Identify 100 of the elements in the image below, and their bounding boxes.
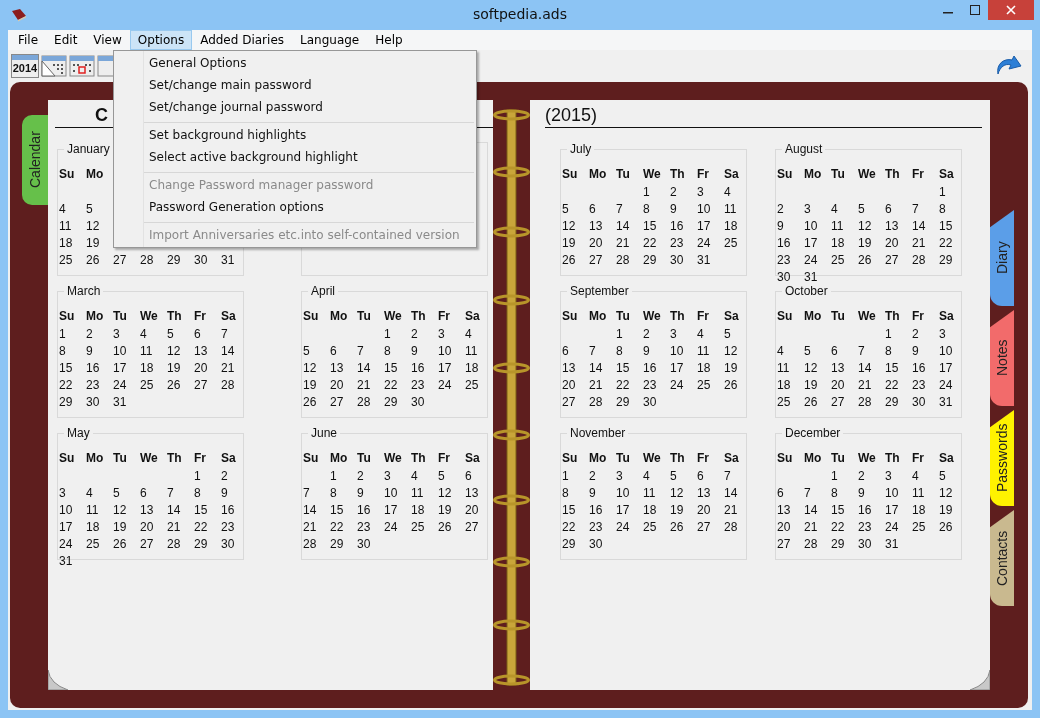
day-number[interactable]: 16 [912, 360, 926, 377]
menu-item[interactable]: Added Diaries [192, 30, 293, 50]
day-number[interactable]: 13 [562, 360, 576, 377]
day-number[interactable]: 12 [167, 343, 181, 360]
day-number[interactable]: 22 [885, 377, 899, 394]
day-number[interactable]: 19 [858, 235, 872, 252]
menu-option[interactable]: Select active background highlight [114, 147, 358, 169]
day-number[interactable]: 8 [562, 485, 569, 502]
day-number[interactable]: 3 [384, 468, 391, 485]
menu-option[interactable]: General Options [114, 53, 247, 75]
day-number[interactable]: 28 [140, 252, 154, 269]
day-number[interactable]: 13 [777, 502, 791, 519]
day-number[interactable]: 9 [858, 485, 865, 502]
day-number[interactable]: 20 [885, 235, 899, 252]
day-number[interactable]: 23 [221, 519, 235, 536]
day-number[interactable]: 2 [670, 184, 677, 201]
day-number[interactable]: 7 [912, 201, 919, 218]
day-number[interactable]: 27 [885, 252, 899, 269]
day-number[interactable]: 23 [411, 377, 425, 394]
day-number[interactable]: 7 [167, 485, 174, 502]
day-number[interactable]: 22 [831, 519, 845, 536]
day-number[interactable]: 11 [777, 360, 790, 377]
day-number[interactable]: 30 [194, 252, 208, 269]
day-number[interactable]: 31 [885, 536, 899, 553]
day-number[interactable]: 17 [670, 360, 684, 377]
day-number[interactable]: 26 [86, 252, 100, 269]
day-number[interactable]: 16 [777, 235, 791, 252]
day-number[interactable]: 6 [777, 485, 784, 502]
day-number[interactable]: 7 [589, 343, 596, 360]
day-number[interactable]: 17 [384, 502, 398, 519]
day-number[interactable]: 18 [777, 377, 791, 394]
day-number[interactable]: 4 [59, 201, 66, 218]
day-number[interactable]: 14 [357, 360, 371, 377]
day-number[interactable]: 11 [643, 485, 656, 502]
day-number[interactable]: 14 [589, 360, 603, 377]
day-number[interactable]: 1 [562, 468, 569, 485]
day-number[interactable]: 30 [86, 394, 100, 411]
day-number[interactable]: 28 [616, 252, 630, 269]
close-button[interactable] [988, 0, 1034, 20]
day-number[interactable]: 1 [831, 468, 838, 485]
day-number[interactable]: 2 [777, 201, 784, 218]
day-number[interactable]: 16 [221, 502, 235, 519]
day-number[interactable]: 25 [831, 252, 845, 269]
day-number[interactable]: 11 [465, 343, 478, 360]
day-number[interactable]: 8 [384, 343, 391, 360]
day-number[interactable]: 4 [86, 485, 93, 502]
day-number[interactable]: 13 [831, 360, 845, 377]
day-number[interactable]: 9 [86, 343, 93, 360]
day-number[interactable]: 24 [113, 377, 127, 394]
day-number[interactable]: 20 [465, 502, 479, 519]
day-number[interactable]: 29 [831, 536, 845, 553]
day-number[interactable]: 15 [616, 360, 630, 377]
day-number[interactable]: 28 [357, 394, 371, 411]
day-number[interactable]: 4 [697, 326, 704, 343]
day-number[interactable]: 12 [939, 485, 953, 502]
day-number[interactable]: 12 [86, 218, 100, 235]
day-number[interactable]: 3 [438, 326, 445, 343]
day-number[interactable]: 28 [912, 252, 926, 269]
day-number[interactable]: 17 [939, 360, 953, 377]
day-number[interactable]: 11 [86, 502, 99, 519]
day-number[interactable]: 19 [562, 235, 576, 252]
day-number[interactable]: 7 [357, 343, 364, 360]
day-number[interactable]: 3 [804, 201, 811, 218]
day-number[interactable]: 30 [643, 394, 657, 411]
day-number[interactable]: 27 [330, 394, 344, 411]
day-number[interactable]: 14 [616, 218, 630, 235]
day-number[interactable]: 15 [885, 360, 899, 377]
day-number[interactable]: 6 [885, 201, 892, 218]
day-number[interactable]: 13 [194, 343, 208, 360]
day-number[interactable]: 18 [140, 360, 154, 377]
day-number[interactable]: 20 [140, 519, 154, 536]
day-number[interactable]: 17 [438, 360, 452, 377]
day-number[interactable]: 27 [589, 252, 603, 269]
day-number[interactable]: 12 [438, 485, 452, 502]
day-number[interactable]: 5 [303, 343, 310, 360]
day-number[interactable]: 4 [140, 326, 147, 343]
page-turn-icon[interactable] [41, 55, 67, 77]
day-number[interactable]: 21 [167, 519, 181, 536]
day-number[interactable]: 31 [697, 252, 711, 269]
day-number[interactable]: 10 [670, 343, 684, 360]
day-number[interactable]: 26 [303, 394, 317, 411]
day-number[interactable]: 1 [616, 326, 623, 343]
day-number[interactable]: 27 [194, 377, 208, 394]
day-number[interactable]: 8 [616, 343, 623, 360]
day-number[interactable]: 13 [697, 485, 711, 502]
day-number[interactable]: 30 [221, 536, 235, 553]
day-number[interactable]: 10 [697, 201, 711, 218]
day-number[interactable]: 17 [113, 360, 127, 377]
day-number[interactable]: 13 [885, 218, 899, 235]
day-number[interactable]: 17 [885, 502, 899, 519]
day-number[interactable]: 31 [939, 394, 953, 411]
day-number[interactable]: 21 [804, 519, 818, 536]
day-number[interactable]: 27 [697, 519, 711, 536]
day-number[interactable]: 25 [411, 519, 425, 536]
day-number[interactable]: 28 [221, 377, 235, 394]
day-number[interactable]: 29 [616, 394, 630, 411]
day-number[interactable]: 5 [724, 326, 731, 343]
day-number[interactable]: 4 [724, 184, 731, 201]
day-number[interactable]: 26 [804, 394, 818, 411]
day-number[interactable]: 25 [697, 377, 711, 394]
